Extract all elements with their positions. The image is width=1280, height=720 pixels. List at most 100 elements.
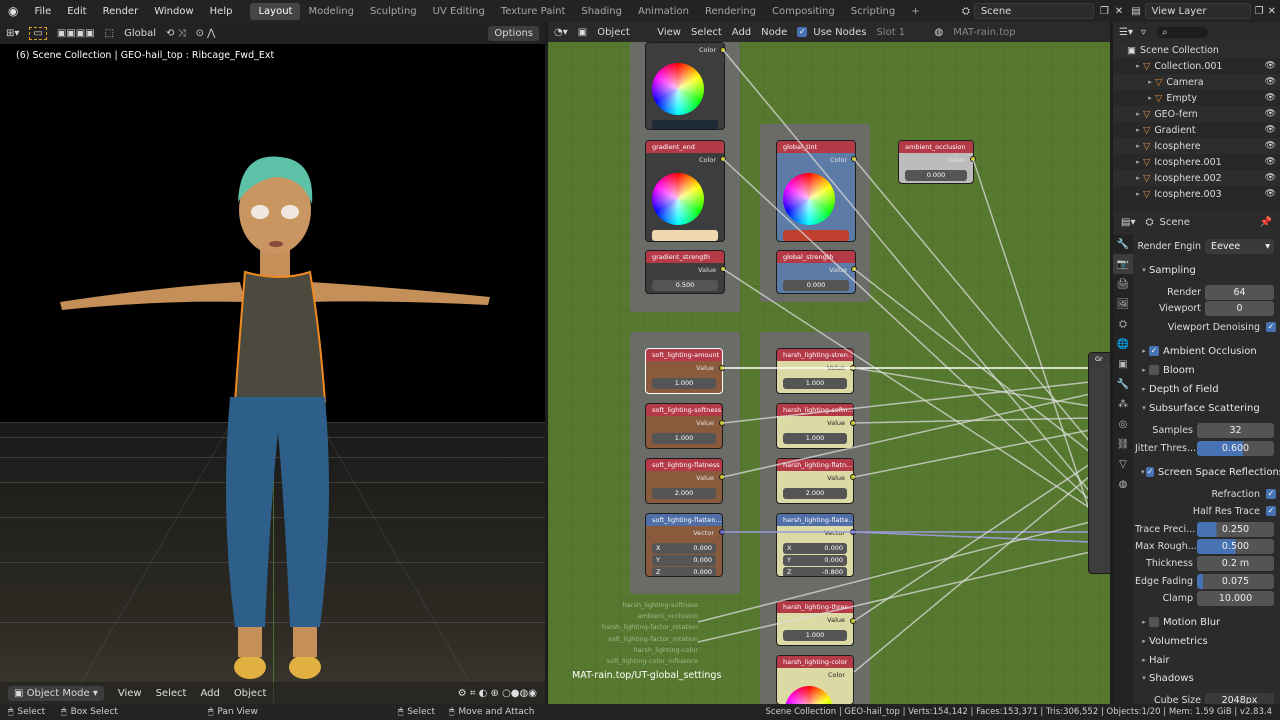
outliner-item[interactable]: ▸ ▽ Gradient 👁 [1113, 122, 1280, 138]
output-tab-icon[interactable]: 🖨 [1113, 274, 1133, 294]
tool-tab-icon[interactable]: 🔧 [1113, 234, 1133, 254]
delete-view-layer-icon[interactable]: ✕ [1268, 6, 1276, 17]
3d-viewport[interactable]: ⊞▾ ▭ ▣▣▣▣ ⬚ Global ⟲ ⤨ ⊙ ⋀ Options (6) S… [0, 22, 545, 704]
half-res-checkbox[interactable]: ✓ [1266, 506, 1276, 516]
expand-icon[interactable]: ▸ [1133, 174, 1143, 182]
dof-panel[interactable]: ▸ Depth of Field [1139, 381, 1280, 397]
pivot-icon[interactable]: ⟲ ⤨ [166, 28, 186, 39]
outliner-item[interactable]: ▸ ▽ Icosphere 👁 [1113, 138, 1280, 154]
world-tab-icon[interactable]: 🌐 [1113, 334, 1133, 354]
render-tab-icon[interactable]: 📷 [1113, 254, 1133, 274]
tab-animation[interactable]: Animation [630, 3, 697, 20]
viewport-menu-select[interactable]: Select [156, 688, 187, 699]
select-mode-icons[interactable]: ▣▣▣▣ [57, 28, 95, 39]
view-layer-tab-icon[interactable]: 🖼 [1113, 294, 1133, 314]
bloom-checkbox[interactable] [1149, 365, 1159, 375]
character-model[interactable] [40, 132, 510, 682]
shading-icons[interactable]: ⚙ ⌗ ◐ ⊕ ○●◍◉ [458, 688, 537, 699]
scene-selector[interactable]: Scene [973, 3, 1094, 19]
scene-tab-icon[interactable]: ⛭ [1113, 314, 1133, 334]
tab-shading[interactable]: Shading [573, 3, 630, 20]
options-dropdown[interactable]: Options [488, 25, 539, 41]
visibility-eye-icon[interactable]: 👁 [1265, 77, 1276, 87]
orientation-dropdown[interactable]: Global [124, 28, 156, 39]
expand-icon[interactable]: ▸ [1133, 126, 1143, 134]
outliner-root[interactable]: ▣ Scene Collection [1113, 42, 1280, 58]
menu-edit[interactable]: Edit [59, 6, 94, 17]
expand-icon[interactable]: ▸ [1133, 62, 1143, 70]
volumetrics-panel[interactable]: ▸ Volumetrics [1139, 633, 1280, 649]
add-workspace-button[interactable]: + [903, 3, 927, 20]
constraints-tab-icon[interactable]: ⛓ [1113, 434, 1133, 454]
motion-blur-panel[interactable]: ▸ Motion Blur [1139, 614, 1280, 630]
data-tab-icon[interactable]: ▽ [1113, 454, 1133, 474]
visibility-eye-icon[interactable]: 👁 [1265, 125, 1276, 135]
menu-help[interactable]: Help [202, 6, 241, 17]
tab-scripting[interactable]: Scripting [843, 3, 903, 20]
snap-icon[interactable]: ⊙ ⋀ [196, 28, 216, 39]
tab-uv-editing[interactable]: UV Editing [425, 3, 493, 20]
cube-size-dropdown[interactable]: 2048px [1205, 692, 1274, 704]
ambient-occlusion-checkbox[interactable]: ✓ [1149, 346, 1159, 356]
viewport-menu-add[interactable]: Add [200, 688, 219, 699]
filter-icon[interactable]: ▿ [1141, 27, 1146, 38]
view-layer-selector[interactable]: View Layer [1144, 3, 1251, 19]
max-roughness-field[interactable]: 0.500 [1197, 538, 1274, 554]
viewport-menu-object[interactable]: Object [234, 688, 267, 699]
viewport-menu-view[interactable]: View [118, 688, 142, 699]
motion-blur-checkbox[interactable] [1149, 617, 1159, 627]
thickness-field[interactable]: 0.2 m [1197, 555, 1274, 571]
expand-icon[interactable]: ▸ [1145, 94, 1155, 102]
sampling-panel-header[interactable]: ▾ Sampling [1139, 262, 1280, 278]
clamp-field[interactable]: 10.000 [1197, 590, 1274, 606]
jitter-field[interactable]: 0.600 [1197, 440, 1274, 456]
ssr-checkbox[interactable]: ✓ [1146, 467, 1154, 477]
render-engine-dropdown[interactable]: Eevee ▾ [1205, 238, 1274, 254]
visibility-eye-icon[interactable]: 👁 [1265, 109, 1276, 119]
properties-type-icon[interactable]: ▤▾ [1121, 217, 1135, 228]
refraction-checkbox[interactable]: ✓ [1266, 489, 1276, 499]
ssr-panel[interactable]: ▾ ✓ Screen Space Reflections [1139, 464, 1280, 480]
edge-fading-field[interactable]: 0.075 [1197, 573, 1274, 589]
outliner-item[interactable]: ▸ ▽ Camera 👁 [1113, 74, 1280, 90]
ambient-occlusion-panel[interactable]: ▸ ✓ Ambient Occlusion [1139, 343, 1280, 359]
new-view-layer-icon[interactable]: ❐ [1255, 6, 1264, 17]
outliner-item[interactable]: ▸ ▽ Icosphere.002 👁 [1113, 170, 1280, 186]
tab-texture-paint[interactable]: Texture Paint [493, 3, 574, 20]
outliner-item[interactable]: ▸ ▽ Icosphere.003 👁 [1113, 186, 1280, 202]
menu-window[interactable]: Window [146, 6, 201, 17]
pin-icon[interactable]: 📌 [1260, 217, 1272, 228]
visibility-eye-icon[interactable]: 👁 [1265, 173, 1276, 183]
modifier-tab-icon[interactable]: 🔧 [1113, 374, 1133, 394]
menu-file[interactable]: File [26, 6, 59, 17]
trace-precision-field[interactable]: 0.250 [1197, 521, 1274, 537]
viewport-samples-field[interactable]: 0 [1205, 300, 1274, 316]
shader-node-editor[interactable]: ◔▾ ▣ Object View Select Add Node ✓ Use N… [548, 22, 1110, 704]
hair-panel[interactable]: ▸ Hair [1139, 652, 1280, 668]
physics-tab-icon[interactable]: ◎ [1113, 414, 1133, 434]
outliner-item[interactable]: ▸ ▽ Collection.001 👁 [1113, 58, 1280, 74]
visibility-eye-icon[interactable]: 👁 [1265, 93, 1276, 103]
expand-icon[interactable]: ▸ [1133, 158, 1143, 166]
expand-icon[interactable]: ▸ [1133, 142, 1143, 150]
particles-tab-icon[interactable]: ⁂ [1113, 394, 1133, 414]
object-tab-icon[interactable]: ▣ [1113, 354, 1133, 374]
select-tool-icon[interactable]: ▭ [29, 26, 47, 40]
tab-rendering[interactable]: Rendering [697, 3, 764, 20]
outliner-search-icon[interactable]: ⌕ [1156, 26, 1208, 38]
blender-logo-icon[interactable]: ◉ [0, 4, 26, 18]
expand-icon[interactable]: ▸ [1145, 78, 1155, 86]
visibility-eye-icon[interactable]: 👁 [1265, 157, 1276, 167]
bloom-panel[interactable]: ▸ Bloom [1139, 362, 1280, 378]
outliner-type-icon[interactable]: ☰▾ [1119, 27, 1133, 38]
outliner-item[interactable]: ▸ ▽ Empty 👁 [1113, 90, 1280, 106]
tab-layout[interactable]: Layout [250, 2, 301, 20]
delete-scene-icon[interactable]: ✕ [1115, 6, 1123, 17]
sss-samples-field[interactable]: 32 [1197, 422, 1274, 438]
tab-compositing[interactable]: Compositing [764, 3, 843, 20]
outliner-item[interactable]: ▸ ▽ Icosphere.001 👁 [1113, 154, 1280, 170]
visibility-eye-icon[interactable]: 👁 [1265, 141, 1276, 151]
material-tab-icon[interactable]: ◍ [1113, 474, 1133, 494]
render-samples-field[interactable]: 64 [1205, 284, 1274, 300]
expand-icon[interactable]: ▸ [1133, 110, 1143, 118]
